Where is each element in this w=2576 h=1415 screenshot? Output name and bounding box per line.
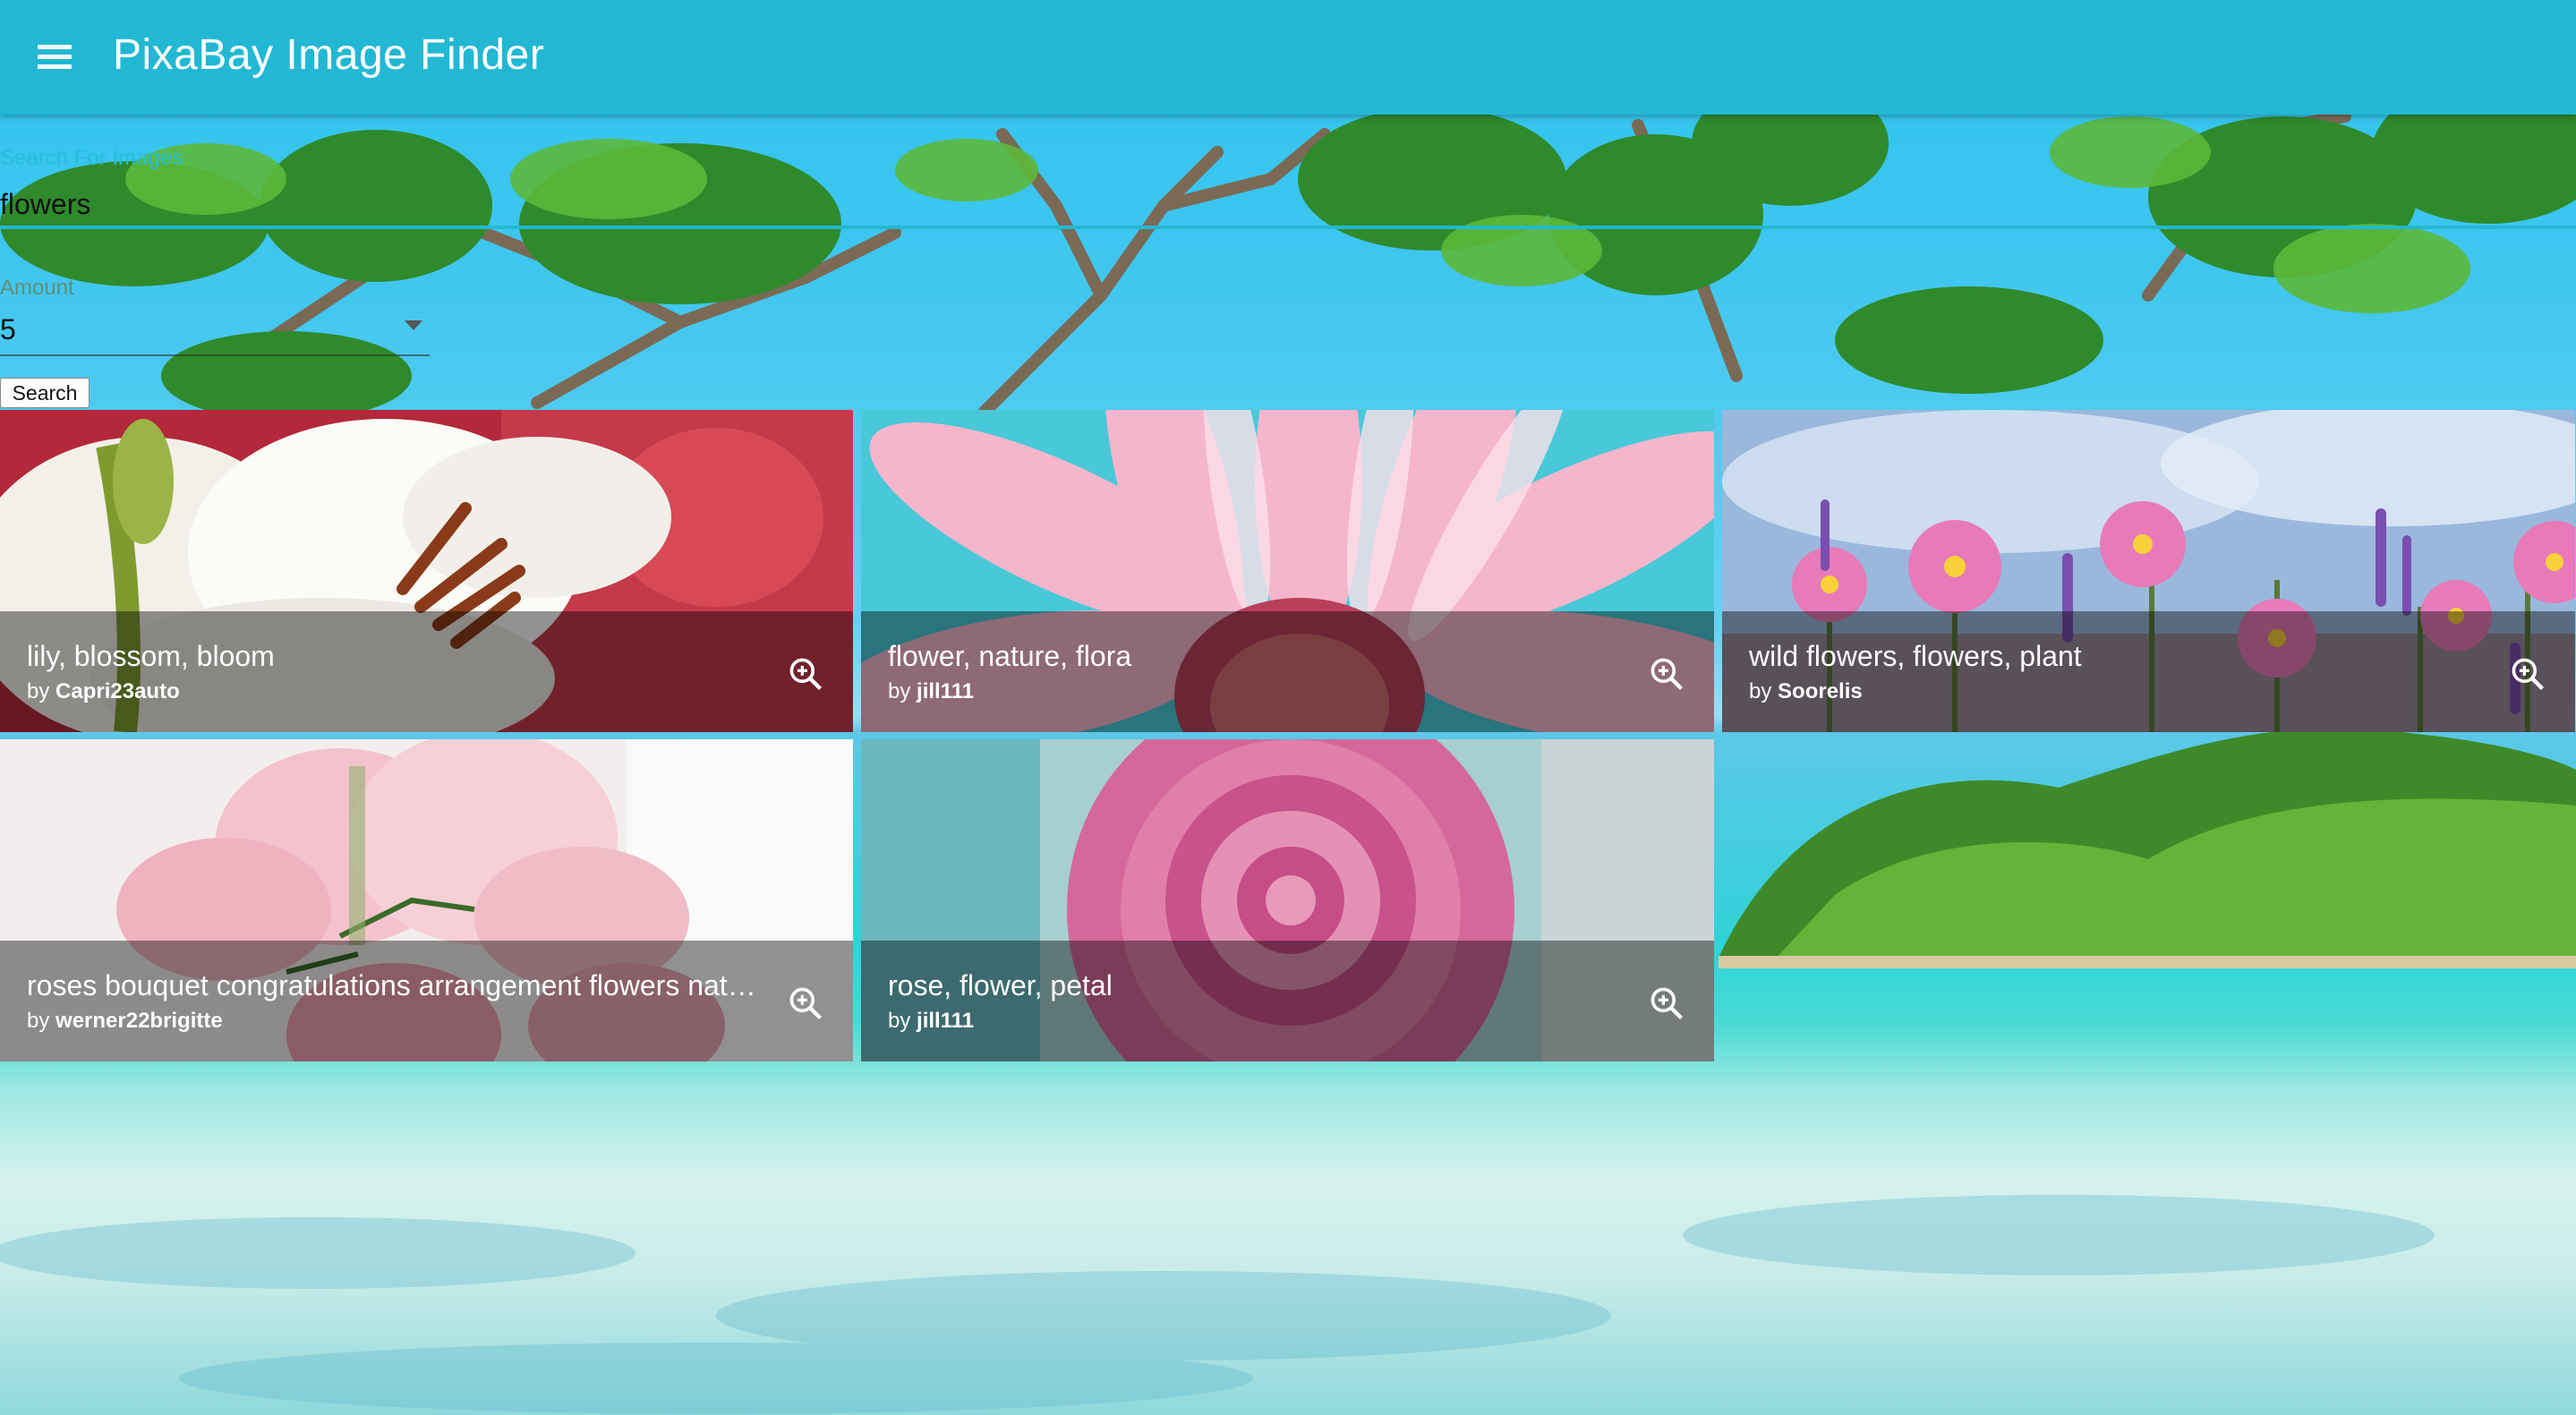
search-underline	[0, 226, 2576, 229]
image-title: flower, nature, flora	[888, 640, 1132, 672]
app-bar: PixaBay Image Finder	[0, 0, 2576, 115]
author-name: jill111	[917, 679, 975, 703]
image-title: lily, blossom, bloom	[27, 640, 275, 672]
image-tile[interactable]: flower, nature, flora by jill111	[861, 410, 1714, 732]
app-title: PixaBay Image Finder	[113, 31, 545, 79]
amount-label: Amount	[0, 276, 74, 300]
image-title: rose, flower, petal	[888, 969, 1113, 1002]
image-tile[interactable]: roses bouquet congratulations arrangemen…	[0, 739, 853, 1061]
image-author: by werner22brigitte	[27, 1009, 223, 1033]
image-author: by jill111	[888, 679, 975, 703]
image-grid: lily, blossom, bloom by Capri23auto flow…	[0, 410, 2576, 1063]
author-name: jill111	[917, 1009, 975, 1033]
image-tile[interactable]: rose, flower, petal by jill111	[861, 739, 1714, 1061]
image-caption: wild flowers, flowers, plant by Soorelis	[1722, 611, 2575, 732]
image-title: wild flowers, flowers, plant	[1749, 640, 2082, 672]
search-form: Search For Images Amount 5 Search	[0, 115, 2576, 410]
image-tile[interactable]: lily, blossom, bloom by Capri23auto	[0, 410, 853, 732]
zoom-in-icon[interactable]	[2508, 654, 2547, 694]
author-name: Capri23auto	[55, 679, 180, 703]
amount-underline	[0, 354, 430, 356]
dropdown-arrow-icon[interactable]	[405, 320, 422, 330]
zoom-in-icon[interactable]	[786, 654, 825, 694]
zoom-in-icon[interactable]	[1647, 984, 1686, 1023]
search-label: Search For Images	[0, 146, 183, 170]
amount-select[interactable]: 5	[0, 313, 16, 346]
image-caption: lily, blossom, bloom by Capri23auto	[0, 611, 853, 732]
image-caption: flower, nature, flora by jill111	[861, 611, 1714, 732]
image-author: by Soorelis	[1749, 679, 1863, 703]
image-tile[interactable]: wild flowers, flowers, plant by Soorelis	[1722, 410, 2575, 732]
author-name: werner22brigitte	[55, 1009, 223, 1033]
zoom-in-icon[interactable]	[786, 984, 825, 1023]
search-button[interactable]: Search	[0, 378, 90, 408]
author-name: Soorelis	[1778, 679, 1863, 703]
search-input[interactable]	[0, 188, 2560, 221]
image-author: by jill111	[888, 1009, 975, 1033]
image-title: roses bouquet congratulations arrangemen…	[27, 969, 761, 1002]
menu-icon[interactable]	[32, 36, 79, 79]
image-caption: rose, flower, petal by jill111	[861, 941, 1714, 1061]
zoom-in-icon[interactable]	[1647, 654, 1686, 694]
image-caption: roses bouquet congratulations arrangemen…	[0, 941, 853, 1061]
image-author: by Capri23auto	[27, 679, 180, 703]
